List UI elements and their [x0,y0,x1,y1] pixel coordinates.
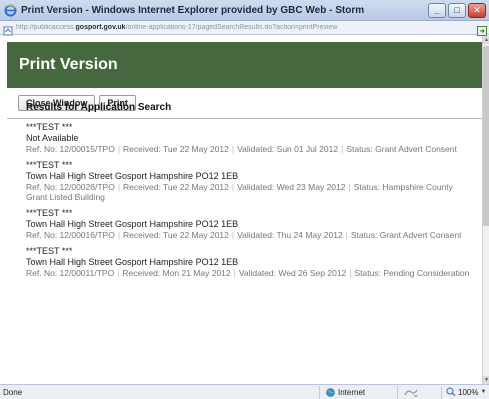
maximize-button[interactable]: □ [448,2,466,18]
result-validated: Validated: Wed 23 May 2012 [237,182,346,192]
results-heading: Results for Application Search [26,102,172,113]
result-item: ***TEST *** Town Hall High Street Gospor… [26,246,476,278]
window-controls: _ □ ✕ [428,2,486,18]
result-status: Status: Grant Advert Consent [350,230,462,240]
result-status: Status: Pending Consideration [354,268,470,278]
result-item: ***TEST *** Town Hall High Street Gospor… [26,160,476,202]
page-title: Print Version [19,56,118,73]
result-title[interactable]: ***TEST *** [26,122,476,133]
status-text: Done [3,387,23,397]
address-prefix: http://publicaccess. [16,24,76,31]
result-received: Received: Tue 22 May 2012 [123,230,229,240]
result-title[interactable]: ***TEST *** [26,208,476,219]
meta-separator: | [231,182,235,192]
result-item: ***TEST *** Town Hall High Street Gospor… [26,208,476,240]
result-title[interactable]: ***TEST *** [26,160,476,171]
result-address: Town Hall High Street Gosport Hampshire … [26,171,239,181]
meta-separator: | [117,144,121,154]
meta-separator: | [348,182,351,192]
result-ref: Ref. No: 12/00016/TPO [26,230,115,240]
meta-separator: | [231,144,235,154]
status-bar: Done Internet 100% ▼ [0,384,489,399]
result-meta: Ref. No: 12/00026/TPO | Received: Tue 22 M… [26,182,476,202]
globe-icon [326,387,335,397]
address-domain: gosport.gov.uk [75,24,126,31]
meta-separator: | [345,230,348,240]
zone-label: Internet [338,387,366,397]
meta-separator: | [231,230,235,240]
protected-mode-icon[interactable] [397,385,441,399]
minimize-button[interactable]: _ [428,2,446,18]
meta-separator: | [117,182,121,192]
scroll-thumb[interactable] [483,46,489,226]
address-suffix: /online-applications-17/pagedSearchResul… [125,24,338,31]
header-banner: Print Version [7,42,482,88]
close-window-icon[interactable]: ✕ [468,2,486,18]
security-zone[interactable]: Internet [319,385,397,399]
result-title[interactable]: ***TEST *** [26,246,476,257]
zoom-level: 100% [458,387,479,397]
zoom-control[interactable]: 100% ▼ [441,385,489,399]
result-received: Received: Mon 21 May 2012 [122,268,231,278]
result-meta: Ref. No: 12/00015/TPO | Received: Tue 22 M… [26,144,476,154]
meta-separator: | [117,230,121,240]
result-ref: Ref. No: 12/00026/TPO [26,182,115,192]
result-meta: Ref. No: 12/00016/TPO | Received: Tue 22 M… [26,230,476,240]
vertical-scrollbar[interactable]: ▲ ▼ [482,36,489,384]
address-bar[interactable]: http://publicaccess.gosport.gov.uk/onlin… [0,21,489,36]
result-address: Not Available [26,133,79,143]
result-received: Received: Tue 22 May 2012 [123,144,229,154]
result-status: Status: Grant Advert Consent [346,144,457,154]
result-validated: Validated: Sun 01 Jul 2012 [237,144,339,154]
meta-separator: | [233,268,236,278]
result-address: Town Hall High Street Gosport Hampshire … [26,257,239,267]
go-icon[interactable] [477,23,487,36]
address-url[interactable]: http://publicaccess.gosport.gov.uk/onlin… [16,24,477,31]
zoom-dropdown-icon[interactable]: ▼ [480,389,486,395]
scroll-up-icon[interactable]: ▲ [483,36,489,44]
result-ref: Ref. No: 12/00015/TPO [26,144,115,154]
result-received: Received: Tue 22 May 2012 [123,182,229,192]
result-validated: Validated: Wed 26 Sep 2012 [238,268,347,278]
result-item: ***TEST *** Not Available Ref. No: 12/00… [26,122,476,154]
meta-separator: | [349,268,352,278]
ie-icon [4,4,17,17]
result-ref: Ref. No: 12/00011/TPO [26,268,115,278]
zoom-icon [446,387,456,398]
page-icon [3,23,13,35]
result-meta: Ref. No: 12/00011/TPO | Received: Mon 21 M… [26,268,476,278]
scroll-down-icon[interactable]: ▼ [483,376,489,384]
window-title: Print Version - Windows Internet Explore… [21,4,365,16]
result-validated: Validated: Thu 24 May 2012 [237,230,343,240]
results-section: Results for Application Search ***TEST *… [26,102,476,284]
title-bar: Print Version - Windows Internet Explore… [0,0,489,21]
result-address: Town Hall High Street Gosport Hampshire … [26,219,239,229]
